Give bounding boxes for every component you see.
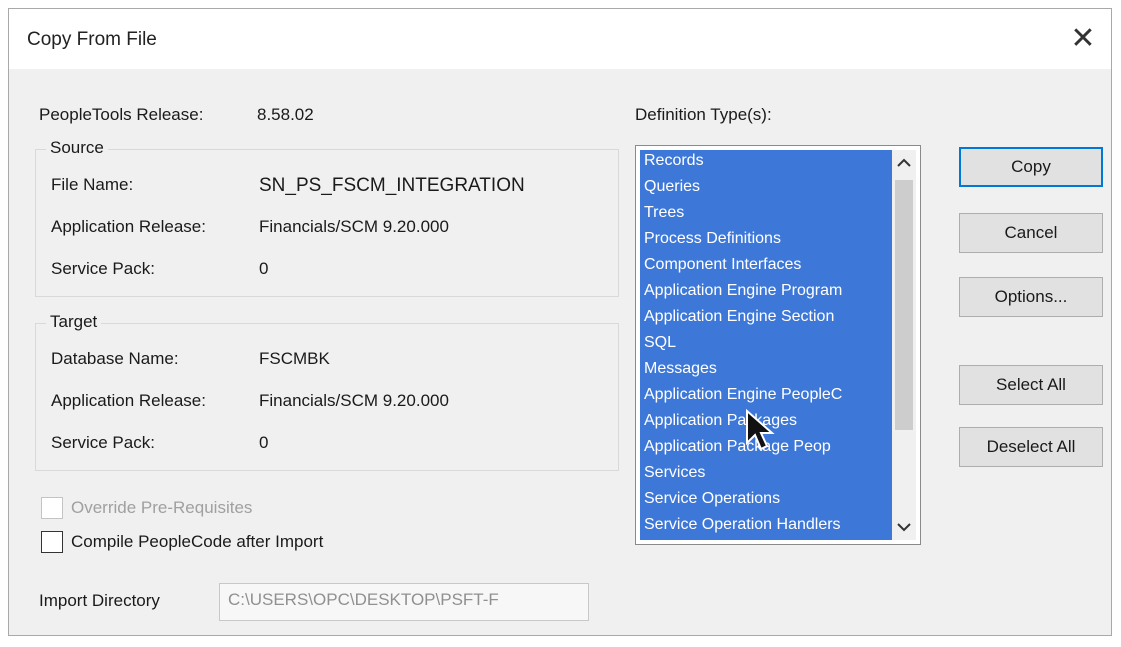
source-group-title: Source <box>46 138 108 158</box>
list-item[interactable]: Process Definitions <box>644 228 896 249</box>
cancel-button[interactable]: Cancel <box>959 213 1103 253</box>
compile-peoplecode-checkbox[interactable] <box>41 531 63 553</box>
override-prereq-label: Override Pre-Requisites <box>71 498 253 517</box>
source-app-release-label: Application Release: <box>51 217 206 236</box>
peopletools-release-value: 8.58.02 <box>257 105 314 124</box>
list-item[interactable]: Application Engine Section <box>644 306 896 327</box>
deselect-all-button[interactable]: Deselect All <box>959 427 1103 467</box>
peopletools-release-label: PeopleTools Release: <box>39 105 204 124</box>
list-item[interactable]: Trees <box>644 202 896 223</box>
list-item[interactable]: Services <box>644 462 896 483</box>
list-item[interactable]: Records <box>644 150 896 171</box>
mouse-pointer-icon <box>746 409 775 451</box>
source-file-name-label: File Name: <box>51 175 134 194</box>
copy-from-file-dialog: Copy From File ✕ PeopleTools Release: 8.… <box>8 8 1112 636</box>
compile-peoplecode-label[interactable]: Compile PeopleCode after Import <box>71 532 323 552</box>
list-item[interactable]: Messages <box>644 358 896 379</box>
target-db-name-label: Database Name: <box>51 349 179 368</box>
list-item[interactable]: Queries <box>644 176 896 197</box>
scrollbar-thumb[interactable] <box>895 180 913 430</box>
close-icon[interactable]: ✕ <box>1065 21 1101 57</box>
definition-types-listbox[interactable]: Records Queries Trees Process Definition… <box>635 145 921 545</box>
target-app-release-label: Application Release: <box>51 391 206 410</box>
target-db-name-value: FSCMBK <box>259 349 330 368</box>
source-service-pack-value: 0 <box>259 259 269 278</box>
dialog-title: Copy From File <box>27 29 157 50</box>
list-item[interactable]: Application Engine Program <box>644 280 896 301</box>
chevron-up-icon[interactable] <box>892 152 916 174</box>
target-service-pack-label: Service Pack: <box>51 433 155 452</box>
definition-types-label: Definition Type(s): <box>635 105 772 124</box>
import-directory-label: Import Directory <box>39 591 160 610</box>
list-item[interactable]: Component Interfaces <box>644 254 896 275</box>
list-item[interactable]: SQL <box>644 332 896 353</box>
target-service-pack-value: 0 <box>259 433 269 452</box>
chevron-down-icon[interactable] <box>892 516 916 538</box>
source-file-name-value: SN_PS_FSCM_INTEGRATION <box>259 175 525 196</box>
target-app-release-value: Financials/SCM 9.20.000 <box>259 391 449 410</box>
list-item[interactable]: Service Operations <box>644 488 896 509</box>
list-item[interactable]: Application Engine PeopleC <box>644 384 896 405</box>
title-bar: Copy From File ✕ <box>9 9 1111 69</box>
import-directory-field[interactable]: C:\USERS\OPC\DESKTOP\PSFT-F <box>219 583 589 621</box>
definition-types-scrollbar[interactable] <box>892 150 916 540</box>
definition-types-selection: Records Queries Trees Process Definition… <box>640 150 894 540</box>
source-app-release-value: Financials/SCM 9.20.000 <box>259 217 449 236</box>
select-all-button[interactable]: Select All <box>959 365 1103 405</box>
copy-button[interactable]: Copy <box>959 147 1103 187</box>
options-button[interactable]: Options... <box>959 277 1103 317</box>
target-group-title: Target <box>46 312 102 332</box>
override-prereq-checkbox <box>41 497 63 519</box>
list-item[interactable]: Service Operation Handlers <box>644 514 896 535</box>
source-service-pack-label: Service Pack: <box>51 259 155 278</box>
